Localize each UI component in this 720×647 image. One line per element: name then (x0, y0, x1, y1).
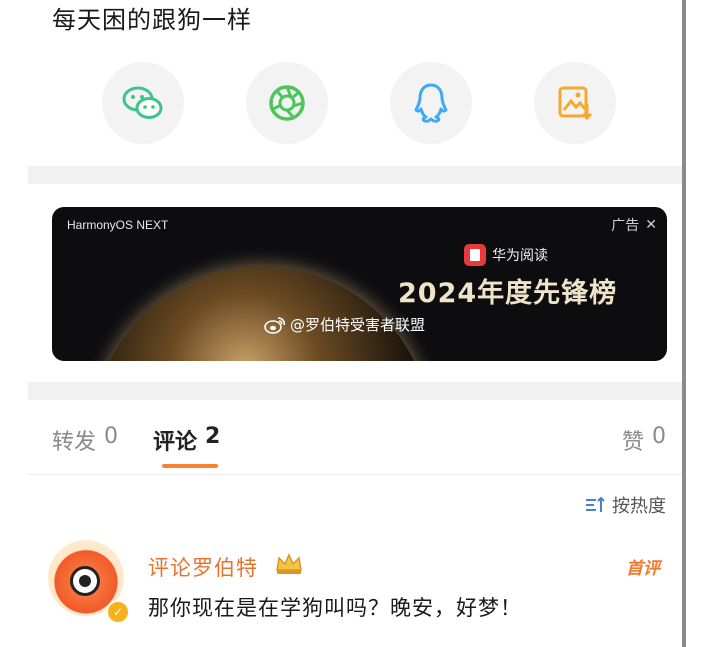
commenter-name[interactable]: 评论罗伯特 (148, 552, 258, 582)
tab-repost-count: 0 (104, 424, 119, 449)
book-icon (464, 244, 486, 266)
post-detail-page: 每天困的跟狗一样 HarmonyOS NEXT 广告 ✕ 华为阅读 2024年度… (28, 0, 690, 647)
tab-repost[interactable]: 转发 0 (52, 424, 118, 456)
ad-label: 广告 ✕ (611, 215, 657, 235)
sort-icon (586, 496, 605, 512)
comment-item: ✓ 评论罗伯特 首评 那你现在是在学狗叫吗？晚安，好梦！ (28, 534, 682, 647)
share-wechat-button[interactable] (102, 62, 184, 144)
ad-os-brand: HarmonyOS NEXT (67, 218, 169, 232)
tab-comment-count: 2 (205, 424, 221, 449)
sort-button[interactable]: 按热度 (584, 492, 666, 518)
verified-badge-icon: ✓ (106, 600, 130, 624)
aperture-icon (269, 85, 305, 121)
ad-app-name: 华为阅读 (492, 248, 548, 264)
avatar-eye (70, 566, 100, 596)
comment-text: 那你现在是在学狗叫吗？晚安，好梦！ (148, 596, 522, 620)
tab-like-label: 赞 (621, 430, 644, 455)
post-text: 每天困的跟狗一样 (52, 6, 252, 34)
ad-app-brand: 华为阅读 (464, 244, 548, 266)
save-image-icon (558, 86, 593, 121)
ad-watermark-text: @罗伯特受害者联盟 (290, 316, 426, 334)
avatar[interactable]: ✓ (48, 540, 130, 624)
qq-penguin-icon (414, 83, 448, 123)
share-moments-button[interactable] (246, 62, 328, 144)
tab-comment[interactable]: 评论 2 (153, 424, 220, 456)
active-tab-indicator (162, 464, 218, 468)
ad-banner[interactable]: HarmonyOS NEXT 广告 ✕ 华为阅读 2024年度先锋榜 @罗伯特受… (52, 207, 667, 361)
tab-repost-label: 转发 (52, 430, 97, 455)
tab-comment-label: 评论 (153, 430, 198, 455)
wechat-icon (122, 86, 163, 119)
crown-badge-icon (276, 553, 302, 574)
tab-like-count: 0 (652, 424, 666, 449)
ad-headline: 2024年度先锋榜 (398, 278, 618, 309)
weibo-icon (264, 316, 285, 334)
close-icon[interactable]: ✕ (645, 217, 657, 233)
section-divider (28, 166, 690, 184)
share-save-image-button[interactable] (534, 62, 616, 144)
ad-label-text: 广告 (611, 218, 640, 234)
tab-like[interactable]: 赞 0 (622, 424, 666, 456)
ad-watermark: @罗伯特受害者联盟 (264, 314, 425, 335)
section-divider (28, 382, 690, 400)
background-strip (686, 0, 720, 647)
interaction-tabs: 转发 0 评论 2 赞 0 (28, 402, 682, 475)
share-row (28, 62, 682, 146)
share-qq-button[interactable] (390, 62, 472, 144)
first-comment-tag: 首评 (626, 559, 660, 579)
sort-label: 按热度 (612, 496, 666, 517)
